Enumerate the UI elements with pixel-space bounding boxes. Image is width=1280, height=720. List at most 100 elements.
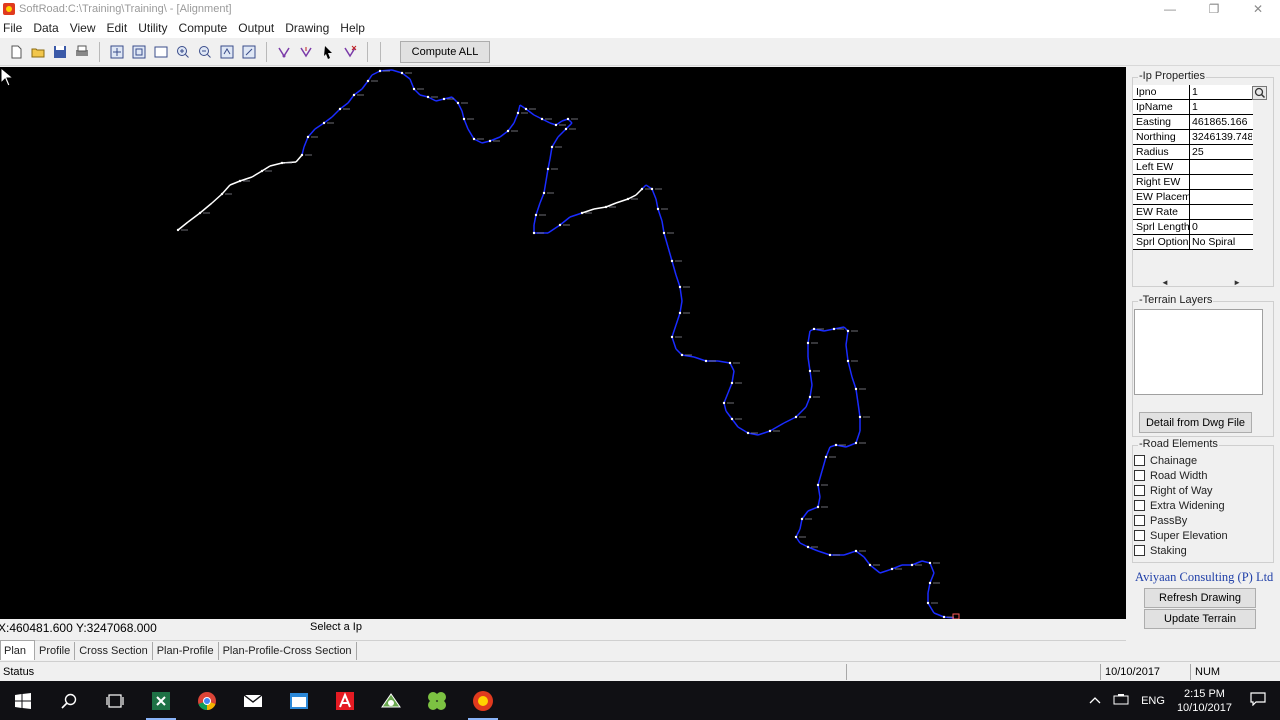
open-file-button[interactable]	[28, 42, 48, 62]
road-element-passby[interactable]: PassBy	[1134, 513, 1187, 528]
prop-row-easting[interactable]: Easting 461865.166	[1133, 115, 1253, 130]
terrain-layers-list[interactable]	[1134, 309, 1263, 395]
tab-plan-profile-cross-section[interactable]: Plan-Profile-Cross Section	[219, 642, 357, 660]
tab-profile[interactable]: Profile	[35, 642, 76, 660]
zoom-out-button[interactable]	[195, 42, 215, 62]
input-language[interactable]: ENG	[1141, 695, 1165, 707]
sprl-option-value[interactable]: No Spiral	[1190, 235, 1252, 249]
menu-data[interactable]: Data	[32, 21, 65, 35]
ip-marker	[846, 329, 850, 333]
road-element-chainage[interactable]: Chainage	[1134, 453, 1197, 468]
road-element-right-of-way[interactable]: Right of Way	[1134, 483, 1213, 498]
update-terrain-button[interactable]: Update Terrain	[1144, 609, 1256, 629]
prop-row-northing[interactable]: Northing 3246139.748	[1133, 130, 1253, 145]
easting-value[interactable]: 461865.166	[1190, 115, 1252, 129]
restore-button[interactable]: ❐	[1192, 0, 1236, 18]
checkbox[interactable]	[1134, 515, 1145, 526]
prop-row-ew-rate[interactable]: EW Rate	[1133, 205, 1253, 220]
taskbar-clock[interactable]: 2:15 PM 10/10/2017	[1177, 687, 1232, 715]
search-button[interactable]	[46, 681, 92, 720]
prop-row-ipname[interactable]: IpName 1	[1133, 100, 1253, 115]
task-view-button[interactable]	[92, 681, 138, 720]
checkbox[interactable]	[1134, 485, 1145, 496]
zoom-window-button[interactable]	[129, 42, 149, 62]
redraw-button[interactable]	[239, 42, 259, 62]
clover-app-taskbar-button[interactable]	[414, 681, 460, 720]
zoom-in-button[interactable]	[173, 42, 193, 62]
checkbox[interactable]	[1134, 500, 1145, 511]
scroll-left-icon[interactable]: ◄	[1161, 278, 1169, 287]
left-ew-value[interactable]	[1190, 160, 1252, 174]
tab-plan[interactable]: Plan	[0, 640, 36, 660]
network-icon[interactable]	[1113, 693, 1129, 708]
zoom-previous-button[interactable]	[217, 42, 237, 62]
tab-cross-section[interactable]: Cross Section	[75, 642, 153, 660]
show-hidden-icons-icon[interactable]	[1089, 695, 1101, 707]
northing-value[interactable]: 3246139.748	[1190, 130, 1252, 144]
move-ip-button[interactable]	[296, 42, 316, 62]
tab-plan-profile[interactable]: Plan-Profile	[153, 642, 219, 660]
prop-row-ipno[interactable]: Ipno 1	[1133, 85, 1253, 100]
alignment-segment	[671, 324, 677, 338]
checkbox[interactable]	[1134, 530, 1145, 541]
radius-value[interactable]: 25	[1190, 145, 1252, 159]
insert-ip-button[interactable]	[274, 42, 294, 62]
menu-help[interactable]: Help	[339, 21, 372, 35]
ew-rate-value[interactable]	[1190, 205, 1252, 219]
save-button[interactable]	[50, 42, 70, 62]
checkbox-label: Right of Way	[1150, 484, 1213, 497]
ip-search-button[interactable]	[1252, 86, 1267, 100]
new-file-button[interactable]	[6, 42, 26, 62]
properties-scrollbar[interactable]: ◄ ►	[1133, 275, 1269, 289]
plan-drawing-canvas[interactable]	[0, 67, 1126, 619]
prop-row-radius[interactable]: Radius 25	[1133, 145, 1253, 160]
softroad-app-icon[interactable]	[3, 3, 15, 15]
prop-row-sprl-option[interactable]: Sprl Option No Spiral	[1133, 235, 1253, 250]
chrome-taskbar-button[interactable]	[184, 681, 230, 720]
menu-file[interactable]: File	[2, 21, 29, 35]
app-taskbar-button[interactable]	[368, 681, 414, 720]
autocad-taskbar-button[interactable]	[322, 681, 368, 720]
zoom-extents-button[interactable]	[151, 42, 171, 62]
ipno-value[interactable]: 1	[1190, 85, 1252, 99]
checkbox[interactable]	[1134, 545, 1145, 556]
sprl-length-value[interactable]: 0	[1190, 220, 1252, 234]
mail-taskbar-button[interactable]	[230, 681, 276, 720]
close-button[interactable]: ✕	[1236, 0, 1280, 18]
road-elements-label: -Road Elements	[1138, 438, 1219, 450]
road-element-super-elevation[interactable]: Super Elevation	[1134, 528, 1228, 543]
scroll-right-icon[interactable]: ►	[1233, 278, 1241, 287]
compute-all-button[interactable]: Compute ALL	[400, 40, 490, 63]
menu-drawing[interactable]: Drawing	[284, 21, 336, 35]
prop-row-left-ew[interactable]: Left EW	[1133, 160, 1253, 175]
menu-view[interactable]: View	[69, 21, 103, 35]
ipname-value[interactable]: 1	[1190, 100, 1252, 114]
road-element-extra-widening[interactable]: Extra Widening	[1134, 498, 1225, 513]
refresh-drawing-button[interactable]: Refresh Drawing	[1144, 588, 1256, 608]
start-button[interactable]	[0, 681, 46, 720]
road-element-staking[interactable]: Staking	[1134, 543, 1187, 558]
checkbox[interactable]	[1134, 455, 1145, 466]
menu-utility[interactable]: Utility	[137, 21, 174, 35]
right-ew-value[interactable]	[1190, 175, 1252, 189]
prop-row-right-ew[interactable]: Right EW	[1133, 175, 1253, 190]
file-explorer-taskbar-button[interactable]	[276, 681, 322, 720]
detail-from-dwg-button[interactable]: Detail from Dwg File	[1139, 412, 1252, 433]
select-pointer-button[interactable]	[318, 42, 338, 62]
softroad-taskbar-button[interactable]	[460, 681, 506, 720]
road-element-road-width[interactable]: Road Width	[1134, 468, 1207, 483]
checkbox[interactable]	[1134, 470, 1145, 481]
prop-row-ew-placement[interactable]: EW Placement	[1133, 190, 1253, 205]
delete-ip-button[interactable]	[340, 42, 360, 62]
ew-placement-value[interactable]	[1190, 190, 1252, 204]
menu-output[interactable]: Output	[237, 21, 281, 35]
pan-button[interactable]	[107, 42, 127, 62]
menu-edit[interactable]: Edit	[106, 21, 135, 35]
save-icon	[54, 45, 66, 58]
prop-row-sprl-length[interactable]: Sprl Length 0	[1133, 220, 1253, 235]
excel-taskbar-button[interactable]	[138, 681, 184, 720]
print-button[interactable]	[72, 42, 92, 62]
menu-compute[interactable]: Compute	[178, 21, 235, 35]
notifications-icon[interactable]	[1250, 692, 1266, 709]
minimize-button[interactable]: —	[1148, 0, 1192, 18]
